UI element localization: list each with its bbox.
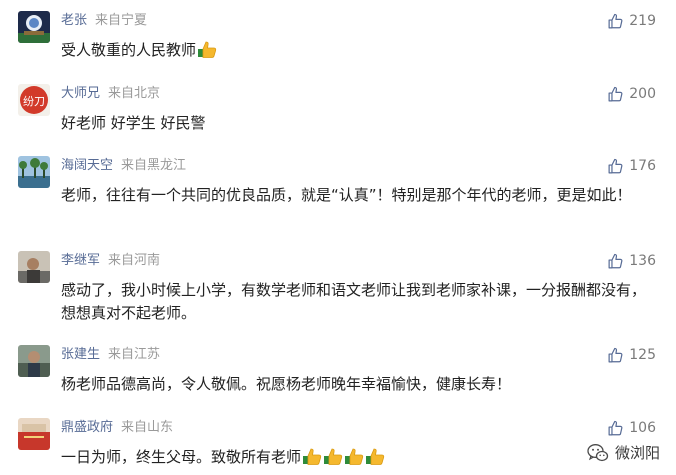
comment-text-content: 一日为师，终生父母。致敬所有老师 <box>61 448 302 466</box>
comment-meta: 老张 来自宁夏 <box>61 13 147 29</box>
like-count: 136 <box>629 253 656 269</box>
comment-text: 受人敬重的人民教师 <box>61 39 657 65</box>
like-count: 176 <box>629 158 656 174</box>
comment-location: 来自宁夏 <box>95 13 148 28</box>
thumb-up-icon <box>608 420 623 435</box>
wechat-icon <box>587 443 609 461</box>
account-watermark: 微浏阳 <box>587 442 660 463</box>
comment-author[interactable]: 老张 <box>61 13 87 28</box>
watermark-text: 微浏阳 <box>614 444 660 462</box>
avatar[interactable] <box>18 156 50 188</box>
comment-text: 一日为师，终生父母。致敬所有老师 <box>61 446 657 472</box>
comment-author[interactable]: 鼎盛政府 <box>61 420 113 435</box>
thumb-up-icon <box>608 158 623 173</box>
comment-author[interactable]: 张建生 <box>61 347 100 362</box>
like-count: 219 <box>629 13 656 29</box>
comment-author[interactable]: 海阔天空 <box>61 158 113 173</box>
comment-location: 来自河南 <box>108 253 161 268</box>
avatar-text: 纷刀 <box>23 95 45 108</box>
comment-text-content: 杨老师品德高尚，令人敬佩。祝愿杨老师晚年幸福愉快，健康长寿！ <box>61 375 512 393</box>
comment-meta: 李继军 来自河南 <box>61 253 160 269</box>
thumb-up-icon <box>608 13 623 28</box>
like-button[interactable]: 106 <box>607 419 656 437</box>
thumb-up-icon <box>608 253 623 268</box>
avatar[interactable] <box>18 418 50 450</box>
comment-text-content: 好老师 好学生 好民警 <box>61 114 206 132</box>
like-button[interactable]: 219 <box>607 12 656 30</box>
thumbs-up-emoji <box>365 447 385 472</box>
like-count: 106 <box>629 420 656 436</box>
thumbs-up-emoji <box>344 447 364 472</box>
comment-location: 来自北京 <box>108 86 161 101</box>
comment-location: 来自黑龙江 <box>121 158 187 173</box>
comment-meta: 大师兄 来自北京 <box>61 86 160 102</box>
like-count: 200 <box>629 86 656 102</box>
thumbs-up-emoji <box>323 447 343 472</box>
comment-text: 好老师 好学生 好民警 <box>61 112 657 135</box>
comment-text-content: 感动了，我小时候上小学，有数学老师和语文老师让我到老师家补课，一分报酬都没有，想… <box>61 281 647 322</box>
comment-author[interactable]: 李继军 <box>61 253 100 268</box>
comment-text: 杨老师品德高尚，令人敬佩。祝愿杨老师晚年幸福愉快，健康长寿！ <box>61 373 657 396</box>
comment-text: 感动了，我小时候上小学，有数学老师和语文老师让我到老师家补课，一分报酬都没有，想… <box>61 279 657 325</box>
avatar[interactable]: 纷刀 <box>18 84 50 116</box>
comment-location: 来自山东 <box>121 420 174 435</box>
like-button[interactable]: 136 <box>607 252 656 270</box>
like-count: 125 <box>629 347 656 363</box>
comment-text-content: 受人敬重的人民教师 <box>61 41 197 59</box>
thumbs-up-emoji <box>197 40 217 65</box>
like-button[interactable]: 125 <box>607 346 656 364</box>
comment-meta: 海阔天空 来自黑龙江 <box>61 158 186 174</box>
comment-text: 老师，往往有一个共同的优良品质，就是“认真”！特别是那个年代的老师，更是如此！ <box>61 184 657 207</box>
comment-location: 来自江苏 <box>108 347 161 362</box>
thumb-up-icon <box>608 86 623 101</box>
avatar[interactable] <box>18 251 50 283</box>
like-button[interactable]: 176 <box>607 157 656 175</box>
like-button[interactable]: 200 <box>607 85 656 103</box>
comment-meta: 鼎盛政府 来自山东 <box>61 420 173 436</box>
avatar[interactable] <box>18 11 50 43</box>
avatar[interactable] <box>18 345 50 377</box>
comment-author[interactable]: 大师兄 <box>61 86 100 101</box>
comment-text-content: 老师，往往有一个共同的优良品质，就是“认真”！特别是那个年代的老师，更是如此！ <box>61 186 632 204</box>
comment-meta: 张建生 来自江苏 <box>61 347 160 363</box>
thumb-up-icon <box>608 347 623 362</box>
thumbs-up-emoji <box>302 447 322 472</box>
